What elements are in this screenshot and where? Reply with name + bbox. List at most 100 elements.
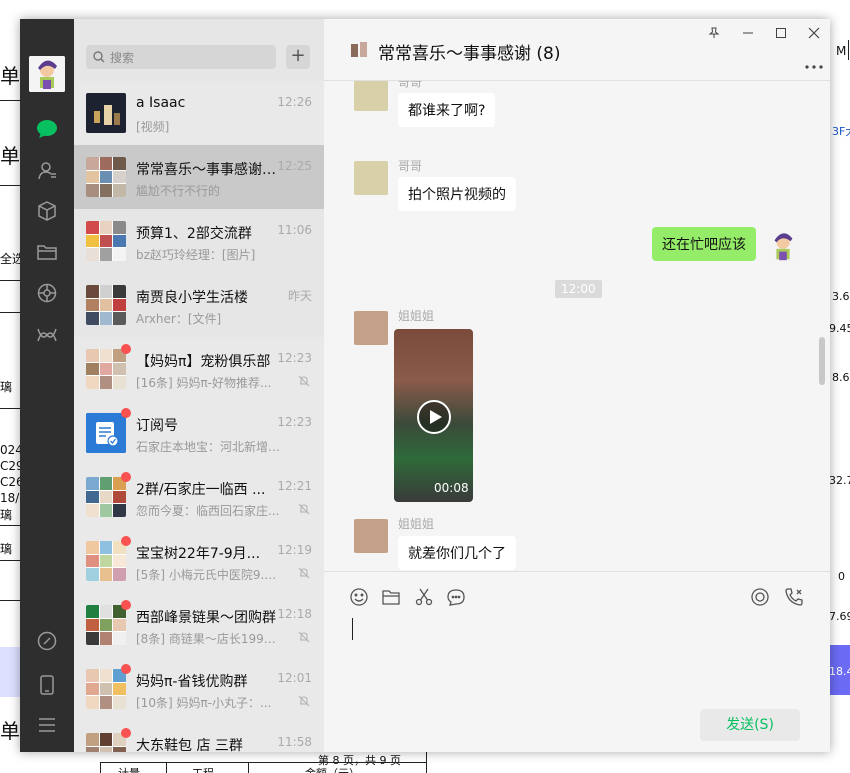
avatar — [86, 605, 126, 645]
avatar — [86, 541, 126, 581]
chat-title: 常常喜乐～事事感谢 (8) — [378, 44, 561, 64]
chat-item[interactable]: 大东鞋包 店 三群 11:58 — [74, 721, 324, 752]
chat-preview: [8条] 商链果～店长1993... — [136, 632, 281, 646]
doc-fragment: 单 — [0, 144, 20, 168]
chat-time: 12:18 — [277, 607, 312, 621]
file-folder-icon[interactable] — [380, 586, 402, 608]
menu-icon[interactable] — [35, 713, 59, 737]
pin-icon[interactable] — [704, 25, 724, 41]
doc-fragment: M — [836, 44, 847, 58]
doc-fragment: 18.4 — [829, 665, 850, 678]
chat-preview: [16条] 妈妈π-好物推荐... — [136, 376, 272, 390]
minimize-icon[interactable] — [738, 25, 758, 41]
chat-time: 昨天 — [287, 289, 312, 303]
contacts-icon[interactable] — [35, 159, 59, 183]
sender-name: 哥哥 — [398, 159, 423, 173]
message-bubble[interactable]: 都谁来了啊? — [398, 93, 496, 127]
avatar — [86, 93, 126, 133]
mini-programs-icon[interactable] — [35, 323, 59, 347]
link-icon[interactable] — [35, 629, 59, 653]
play-icon — [417, 400, 451, 434]
close-icon[interactable] — [804, 25, 824, 41]
chat-name: 订阅号 — [136, 418, 178, 434]
chat-preview: bz赵巧玲经理：[图片] — [136, 248, 256, 262]
chat-time: 12:01 — [277, 671, 312, 685]
message-bubble[interactable]: 就差你们几个了 — [398, 536, 516, 570]
doc-fragment: 璃 — [0, 542, 13, 556]
chat-item[interactable]: 妈妈π-省钱优购群 12:01 [10条] 妈妈π-小丸子：... — [74, 657, 324, 721]
search-input[interactable]: 搜索 — [86, 45, 276, 69]
chat-name: 宝宝树22年7-9月... — [136, 546, 261, 562]
user-avatar[interactable] — [29, 56, 65, 92]
folder-icon[interactable] — [35, 240, 59, 264]
chat-item[interactable]: 预算1、2部交流群 11:06 bz赵巧玲经理：[图片] — [74, 209, 324, 273]
sender-avatar[interactable] — [354, 81, 388, 111]
chat-item[interactable]: 西部峰景链果～团购群 12:18 [8条] 商链果～店长1993... — [74, 593, 324, 657]
live-icon[interactable] — [749, 586, 771, 608]
video-message[interactable]: 00:08 — [394, 329, 473, 502]
nav-bar — [20, 19, 74, 752]
chat-item[interactable]: 【妈妈π】宠粉俱乐部 12:23 [16条] 妈妈π-好物推荐... — [74, 337, 324, 401]
chat-list-panel: 搜索 + a Isaac 12:26 [视频] 常常喜乐～事事感谢 (8) 12… — [74, 19, 324, 752]
message-list: 哥哥 都谁来了啊? 哥哥 拍个照片视频的 还在忙吧应该 12:00 姐姐姐 00… — [324, 81, 830, 571]
chat-name: 预算1、2部交流群 — [136, 226, 252, 242]
voice-call-icon[interactable] — [783, 586, 805, 608]
chat-history-icon[interactable] — [445, 586, 467, 608]
unread-dot — [121, 344, 131, 354]
mute-bell-icon — [298, 695, 310, 707]
chat-item[interactable]: 宝宝树22年7-9月... 12:19 [5条] 小梅元氏中医院9.1... — [74, 529, 324, 593]
unread-dot — [121, 728, 131, 738]
add-chat-button[interactable]: + — [286, 45, 310, 69]
send-button[interactable]: 发送(S) — [700, 709, 800, 741]
doc-fragment: 璃 — [0, 380, 13, 394]
favorites-icon[interactable] — [35, 199, 59, 223]
unread-dot — [121, 664, 131, 674]
chat-item[interactable]: 南贾良小学生活楼 昨天 Arxher：[文件] — [74, 273, 324, 337]
message-bubble[interactable]: 拍个照片视频的 — [398, 177, 516, 211]
chat-header: 常常喜乐～事事感谢 (8) — [324, 19, 830, 81]
avatar — [86, 285, 126, 325]
subscription-icon — [86, 413, 126, 453]
maximize-icon[interactable] — [771, 25, 791, 41]
my-message-bubble[interactable]: 还在忙吧应该 — [652, 227, 756, 261]
my-avatar[interactable] — [766, 229, 800, 263]
moments-icon[interactable] — [35, 281, 59, 305]
chat-item[interactable]: a Isaac 12:26 [视频] — [74, 81, 324, 145]
unread-dot — [121, 472, 131, 482]
phone-icon[interactable] — [35, 673, 59, 697]
chat-pane: 常常喜乐～事事感谢 (8) 哥哥 都谁来了啊? 哥哥 拍个照片视频的 还在忙吧应… — [324, 19, 830, 752]
unread-dot — [121, 536, 131, 546]
chat-time: 11:06 — [277, 223, 312, 237]
mute-bell-icon — [298, 375, 310, 387]
sender-avatar[interactable] — [354, 161, 388, 195]
doc-fragment: 3F大 — [832, 125, 850, 138]
chat-time: 12:23 — [277, 351, 312, 365]
avatar — [86, 157, 126, 197]
chat-item[interactable]: 订阅号 12:23 石家庄本地宝：河北新增4... — [74, 401, 324, 465]
chat-preview: 石家庄本地宝：河北新增4... — [136, 440, 281, 454]
more-options-icon[interactable] — [804, 55, 824, 69]
chat-icon[interactable] — [35, 117, 59, 141]
chat-item-selected[interactable]: 常常喜乐～事事感谢 (8) 12:25 尴尬不行不行的 — [74, 145, 324, 209]
search-icon — [93, 51, 105, 63]
sender-avatar[interactable] — [354, 311, 388, 345]
doc-fragment: 9.45 — [829, 322, 850, 335]
emoji-icon[interactable] — [348, 586, 370, 608]
search-placeholder: 搜索 — [110, 51, 135, 65]
message-input[interactable] — [344, 612, 814, 702]
chat-time: 12:25 — [277, 159, 312, 173]
input-area: 发送(S) — [324, 571, 830, 752]
mute-bell-icon — [298, 503, 310, 515]
screenshot-scissors-icon[interactable] — [413, 586, 435, 608]
scrollbar[interactable] — [819, 337, 825, 385]
wechat-window: 搜索 + a Isaac 12:26 [视频] 常常喜乐～事事感谢 (8) 12… — [20, 19, 830, 752]
sender-name: 姐姐姐 — [398, 309, 435, 323]
sender-avatar[interactable] — [354, 519, 388, 553]
doc-col: 工程 — [192, 765, 214, 773]
sender-name: 哥哥 — [398, 81, 423, 89]
doc-fragment: 18/ — [0, 491, 20, 505]
mute-bell-icon — [298, 631, 310, 643]
chat-item[interactable]: 2群/石家庄一临西 ... 12:21 忽而今夏：临西回石家庄... — [74, 465, 324, 529]
chat-time: 12:19 — [277, 543, 312, 557]
sender-name: 姐姐姐 — [398, 517, 435, 531]
